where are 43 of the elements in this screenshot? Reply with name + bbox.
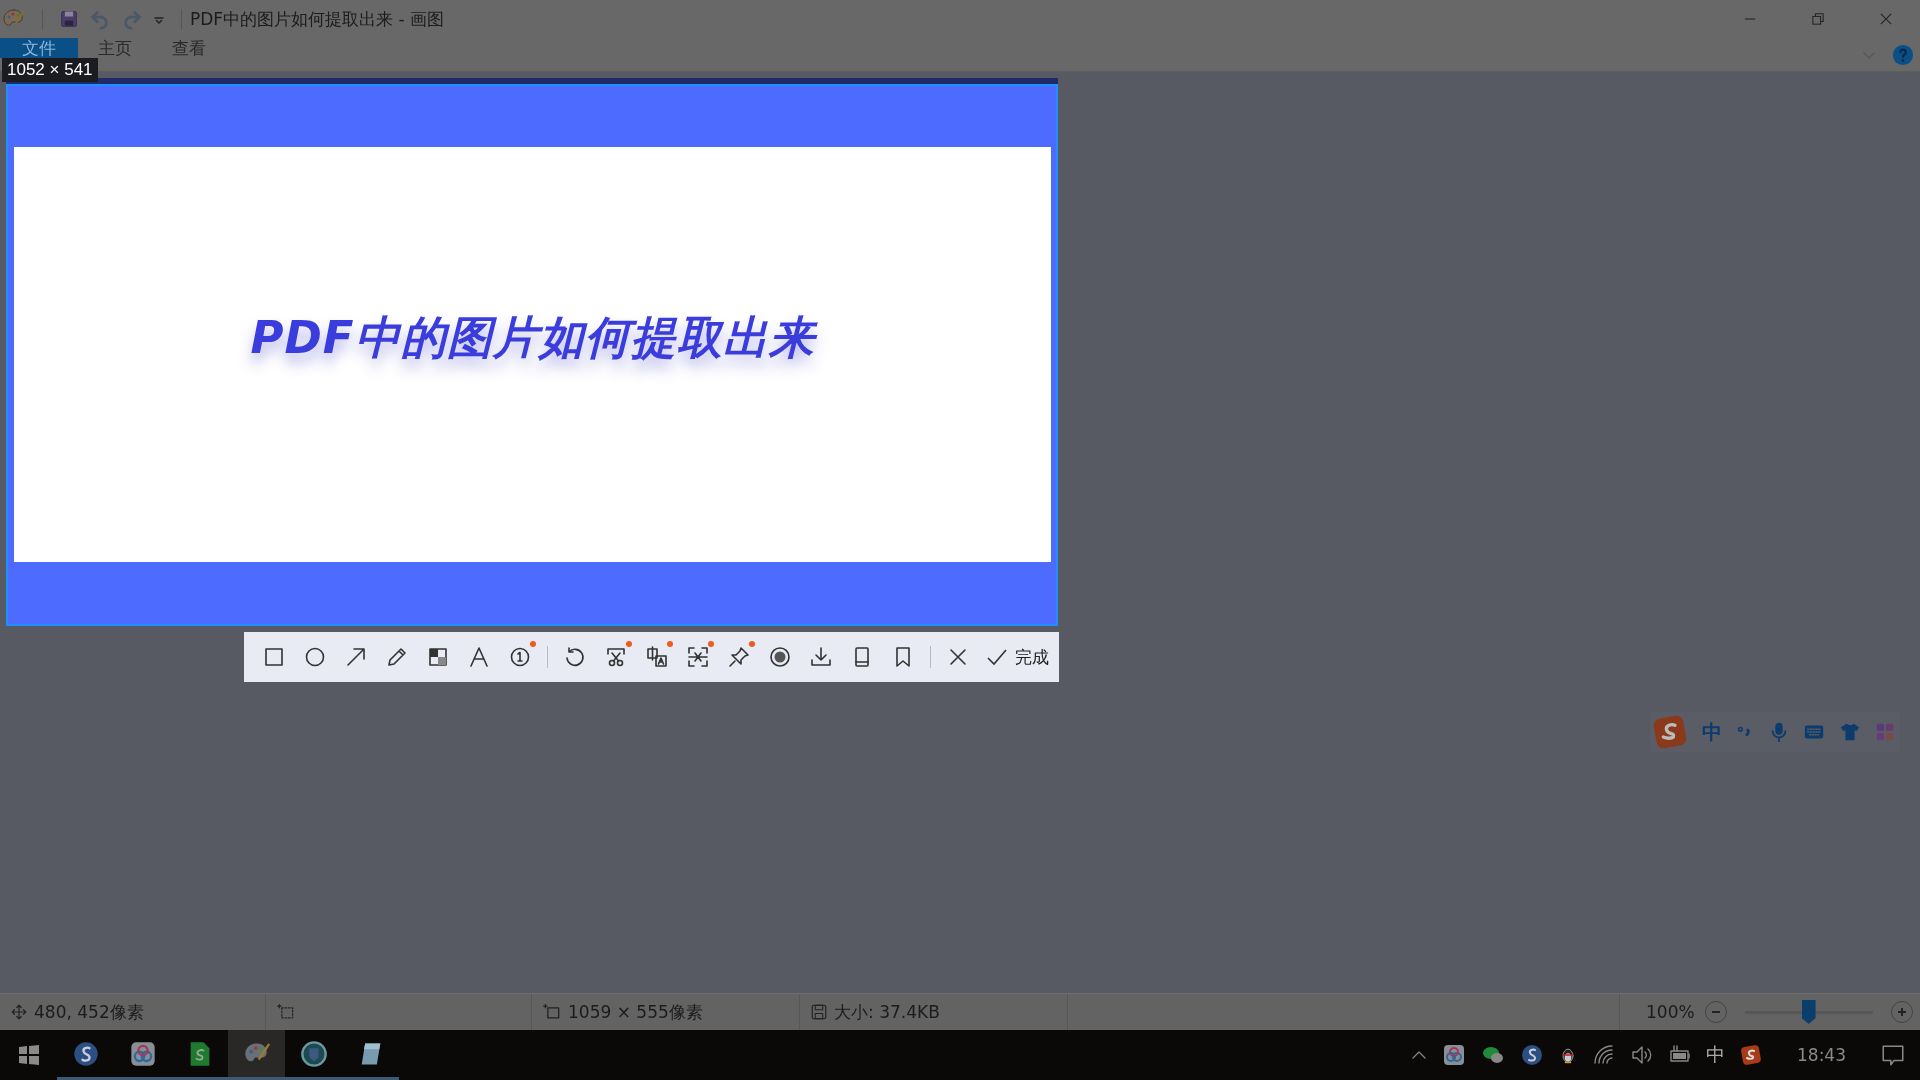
cursor-position: 480, 452像素 xyxy=(34,1000,144,1024)
input-method-indicator[interactable]: 中 xyxy=(1706,1042,1725,1068)
file-size: 大小: 37.4KB xyxy=(834,1000,940,1024)
save-icon[interactable] xyxy=(59,9,79,29)
image-size: 1059 × 555像素 xyxy=(568,1000,703,1024)
sogou-browser-icon[interactable] xyxy=(1520,1043,1544,1067)
scissors-icon[interactable] xyxy=(604,645,628,669)
windows-icon[interactable] xyxy=(16,1043,41,1067)
sogou-browser-icon xyxy=(71,1039,100,1068)
window-title: PDF中的图片如何提取出来 - 画图 xyxy=(190,7,445,31)
scan-icon[interactable] xyxy=(686,645,710,669)
close-icon xyxy=(1880,13,1892,25)
restore-icon xyxy=(1812,13,1824,25)
ellipse-icon[interactable] xyxy=(303,645,327,669)
save-icon xyxy=(810,1003,828,1021)
slider-thumb[interactable] xyxy=(1801,1000,1816,1024)
ribbon-tab[interactable]: 文件 xyxy=(0,38,78,58)
clock-time[interactable]: 18:43 xyxy=(1797,1045,1846,1065)
cloud-icon[interactable] xyxy=(1442,1043,1466,1067)
pin-icon[interactable] xyxy=(727,645,751,669)
cloud-icon xyxy=(128,1039,157,1068)
minimize-icon xyxy=(1744,18,1756,20)
move-icon xyxy=(10,1003,28,1021)
done-button[interactable]: 完成 xyxy=(981,645,1053,669)
download-icon[interactable] xyxy=(809,645,833,669)
undo-icon[interactable] xyxy=(563,645,587,669)
zoom-percentage: 100% xyxy=(1646,1002,1695,1022)
help-icon[interactable] xyxy=(1892,43,1914,66)
pencil-icon[interactable] xyxy=(385,645,409,669)
text-icon[interactable] xyxy=(467,645,491,669)
wifi-icon[interactable] xyxy=(1592,1043,1616,1067)
shield-icon xyxy=(299,1039,328,1068)
translate-icon[interactable] xyxy=(645,645,669,669)
plus-icon xyxy=(1895,1006,1908,1018)
record-icon[interactable] xyxy=(768,645,792,669)
ribbon-tab[interactable]: 主页 xyxy=(78,38,152,58)
numbered-marker-icon[interactable] xyxy=(508,645,532,669)
ribbon-tab[interactable]: 查看 xyxy=(152,38,226,58)
sogou-icon[interactable] xyxy=(1739,1043,1763,1067)
mosaic-icon[interactable] xyxy=(426,645,450,669)
arrow-icon[interactable] xyxy=(344,645,368,669)
selection-size-label: 1052 × 541 xyxy=(2,58,98,82)
rectangle-icon[interactable] xyxy=(262,645,286,669)
